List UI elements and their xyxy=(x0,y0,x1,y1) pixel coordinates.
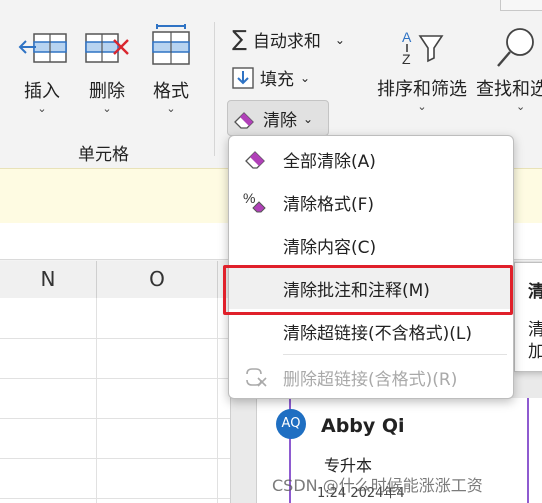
chevron-down-icon: ⌄ xyxy=(37,102,47,115)
delete-label: 删除 xyxy=(89,81,125,102)
sort-filter-icon: A Z xyxy=(402,29,444,67)
format-label: 格式 xyxy=(153,81,189,102)
tooltip-title: 清 xyxy=(528,282,542,302)
clear-label: 清除 xyxy=(263,111,297,131)
chevron-down-icon: ⌄ xyxy=(516,100,526,113)
cells-group-label: 单元格 xyxy=(78,145,129,165)
clear-button-content[interactable]: 清除 ⌄ xyxy=(233,106,313,131)
chevron-down-icon: ⌄ xyxy=(300,70,311,85)
insert-cells-icon xyxy=(18,33,67,63)
menu-item-clear-hyperlinks[interactable]: 清除超链接(不含格式)(L) xyxy=(229,310,513,352)
menu-item-label: 删除超链接(含格式)(R) xyxy=(283,369,458,390)
insert-label: 插入 xyxy=(24,81,60,102)
magnifier-icon xyxy=(497,28,534,67)
menu-item-remove-hyperlinks: 删除超链接(含格式)(R) xyxy=(229,356,513,398)
chevron-down-icon: ⌄ xyxy=(417,100,427,113)
format-button[interactable]: 格式 ⌄ xyxy=(144,24,198,115)
eraser-icon xyxy=(234,111,254,129)
menu-item-clear-formats[interactable]: % 清除格式(F) xyxy=(229,181,513,223)
percent-eraser-icon: % xyxy=(229,190,283,214)
delete-cells-icon xyxy=(85,33,129,63)
insert-button[interactable]: 插入 ⌄ xyxy=(14,28,70,115)
group-separator xyxy=(214,22,215,156)
menu-item-clear-all[interactable]: 全部清除(A) xyxy=(229,138,513,180)
sigma-icon: ∑ xyxy=(232,27,247,52)
link-remove-icon xyxy=(229,366,283,388)
fill-down-icon xyxy=(232,66,254,89)
svg-text:Z: Z xyxy=(402,51,411,67)
tooltip-line-2: 加 xyxy=(528,342,542,362)
highlight-box xyxy=(223,265,513,315)
menu-item-label: 清除格式(F) xyxy=(283,194,375,215)
format-cells-icon xyxy=(152,24,190,65)
column-header-o[interactable]: O xyxy=(97,261,218,298)
comment-author: Abby Qi xyxy=(321,415,405,437)
eraser-clear-icon xyxy=(229,149,283,169)
svg-text:%: % xyxy=(243,190,255,206)
menu-item-label: 清除超链接(不含格式)(L) xyxy=(283,323,473,344)
chevron-down-icon: ⌄ xyxy=(334,32,345,47)
sort-filter-button[interactable]: A Z 排序和筛选 ⌄ xyxy=(372,26,472,113)
avatar: AQ xyxy=(276,409,306,439)
menu-item-label: 全部清除(A) xyxy=(283,151,376,172)
column-header-n[interactable]: N xyxy=(0,261,97,298)
menu-item-clear-contents[interactable]: 清除内容(C) xyxy=(229,224,513,266)
tooltip: 清 清 加 xyxy=(514,262,542,372)
column-headers: N O xyxy=(0,261,230,299)
fill-label: 填充 xyxy=(260,70,294,90)
ribbon-top-edge xyxy=(500,0,542,11)
chevron-down-icon: ⌄ xyxy=(102,102,112,115)
find-select-button[interactable]: 查找和选 ⌄ xyxy=(476,26,542,113)
fill-button[interactable]: 填充 ⌄ xyxy=(232,65,310,90)
sort-filter-label: 排序和筛选 xyxy=(377,79,467,100)
autosum-button[interactable]: ∑ 自动求和 ⌄ xyxy=(232,27,345,52)
watermark: CSDN @什么时候能涨涨工资 xyxy=(272,476,483,495)
chevron-down-icon: ⌄ xyxy=(166,102,176,115)
delete-button[interactable]: 删除 ⌄ xyxy=(80,28,134,115)
chevron-down-icon: ⌄ xyxy=(303,111,314,126)
find-select-label: 查找和选 xyxy=(476,79,542,100)
autosum-label: 自动求和 xyxy=(252,32,321,52)
svg-text:A: A xyxy=(402,29,412,45)
menu-item-label: 清除内容(C) xyxy=(283,237,377,258)
menu-divider xyxy=(283,354,507,355)
worksheet-grid[interactable] xyxy=(0,298,230,503)
